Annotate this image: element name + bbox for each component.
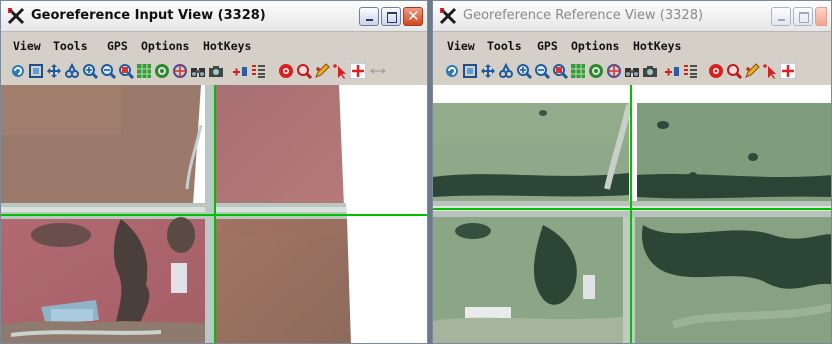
tntmips-app-icon xyxy=(439,7,457,25)
pan-icon[interactable] xyxy=(46,63,62,79)
minimize-button[interactable] xyxy=(359,7,379,26)
maximize-button[interactable] xyxy=(793,7,813,26)
input-toolbar xyxy=(1,59,427,83)
input-titlebar[interactable]: Georeference Input View (3328) ✕ xyxy=(1,1,427,32)
capture-icon[interactable] xyxy=(208,63,224,79)
reference-aerial-image xyxy=(433,85,831,343)
menu-tools[interactable]: Tools xyxy=(53,39,88,53)
close-button[interactable] xyxy=(815,7,827,26)
menu-hotkeys[interactable]: HotKeys xyxy=(203,39,251,53)
zoom-extent-icon[interactable] xyxy=(552,63,568,79)
input-map-view[interactable] xyxy=(1,85,427,343)
zoom-point-icon[interactable] xyxy=(726,63,742,79)
close-icon: ✕ xyxy=(407,7,420,25)
reference-titlebar[interactable]: Georeference Reference View (3328) xyxy=(433,1,831,32)
close-button[interactable]: ✕ xyxy=(403,7,423,26)
zoom-box-icon[interactable] xyxy=(64,63,80,79)
find-icon[interactable] xyxy=(190,63,206,79)
zoom-layer-icon[interactable] xyxy=(570,63,586,79)
add-point-icon[interactable] xyxy=(664,63,680,79)
menu-gps[interactable]: GPS xyxy=(537,39,558,53)
point-list-icon[interactable] xyxy=(682,63,698,79)
zoom-box-icon[interactable] xyxy=(498,63,514,79)
input-menubar: View Tools GPS Options HotKeys xyxy=(1,36,427,56)
add-point-icon[interactable] xyxy=(232,63,248,79)
zoom-in-icon[interactable] xyxy=(516,63,532,79)
input-window-title: Georeference Input View (3328) xyxy=(31,8,266,23)
edit-point-icon[interactable] xyxy=(314,63,330,79)
move-icon[interactable] xyxy=(154,63,170,79)
georeference-input-window: Georeference Input View (3328) ✕ View To… xyxy=(0,0,428,344)
input-aerial-image xyxy=(1,85,427,343)
move-icon[interactable] xyxy=(588,63,604,79)
maximize-icon xyxy=(799,12,809,23)
maximize-icon xyxy=(387,12,397,23)
point-list-icon[interactable] xyxy=(250,63,266,79)
line-tool-icon[interactable] xyxy=(370,63,386,79)
maximize-button[interactable] xyxy=(381,7,401,26)
minimize-icon xyxy=(778,19,785,21)
capture-icon[interactable] xyxy=(642,63,658,79)
georeference-reference-window: Georeference Reference View (3328) View … xyxy=(432,0,832,344)
menu-hotkeys[interactable]: HotKeys xyxy=(633,39,681,53)
locate-icon[interactable] xyxy=(172,63,188,79)
select-point-icon[interactable] xyxy=(332,63,348,79)
locate-icon[interactable] xyxy=(606,63,622,79)
zoom-out-icon[interactable] xyxy=(100,63,116,79)
redraw-icon[interactable] xyxy=(10,63,26,79)
reference-toolbar xyxy=(433,59,831,83)
menu-view[interactable]: View xyxy=(447,39,475,53)
redraw-icon[interactable] xyxy=(444,63,460,79)
minimize-icon xyxy=(366,19,373,21)
select-point-icon[interactable] xyxy=(762,63,778,79)
crosshair-icon[interactable] xyxy=(780,63,796,79)
zoom-extent-icon[interactable] xyxy=(118,63,134,79)
menu-options[interactable]: Options xyxy=(141,39,189,53)
zoom-point-icon[interactable] xyxy=(296,63,312,79)
zoom-out-icon[interactable] xyxy=(534,63,550,79)
crosshair-icon[interactable] xyxy=(350,63,366,79)
edit-point-icon[interactable] xyxy=(744,63,760,79)
reference-window-title: Georeference Reference View (3328) xyxy=(463,8,704,23)
menu-view[interactable]: View xyxy=(13,39,41,53)
delete-point-icon[interactable] xyxy=(278,63,294,79)
minimize-button[interactable] xyxy=(771,7,791,26)
zoom-in-icon[interactable] xyxy=(82,63,98,79)
menu-gps[interactable]: GPS xyxy=(107,39,128,53)
reference-map-view[interactable] xyxy=(433,85,831,343)
full-view-icon[interactable] xyxy=(462,63,478,79)
delete-point-icon[interactable] xyxy=(708,63,724,79)
menu-tools[interactable]: Tools xyxy=(487,39,522,53)
find-icon[interactable] xyxy=(624,63,640,79)
menu-options[interactable]: Options xyxy=(571,39,619,53)
reference-menubar: View Tools GPS Options HotKeys xyxy=(433,36,831,56)
tntmips-app-icon xyxy=(7,7,25,25)
zoom-layer-icon[interactable] xyxy=(136,63,152,79)
full-view-icon[interactable] xyxy=(28,63,44,79)
pan-icon[interactable] xyxy=(480,63,496,79)
